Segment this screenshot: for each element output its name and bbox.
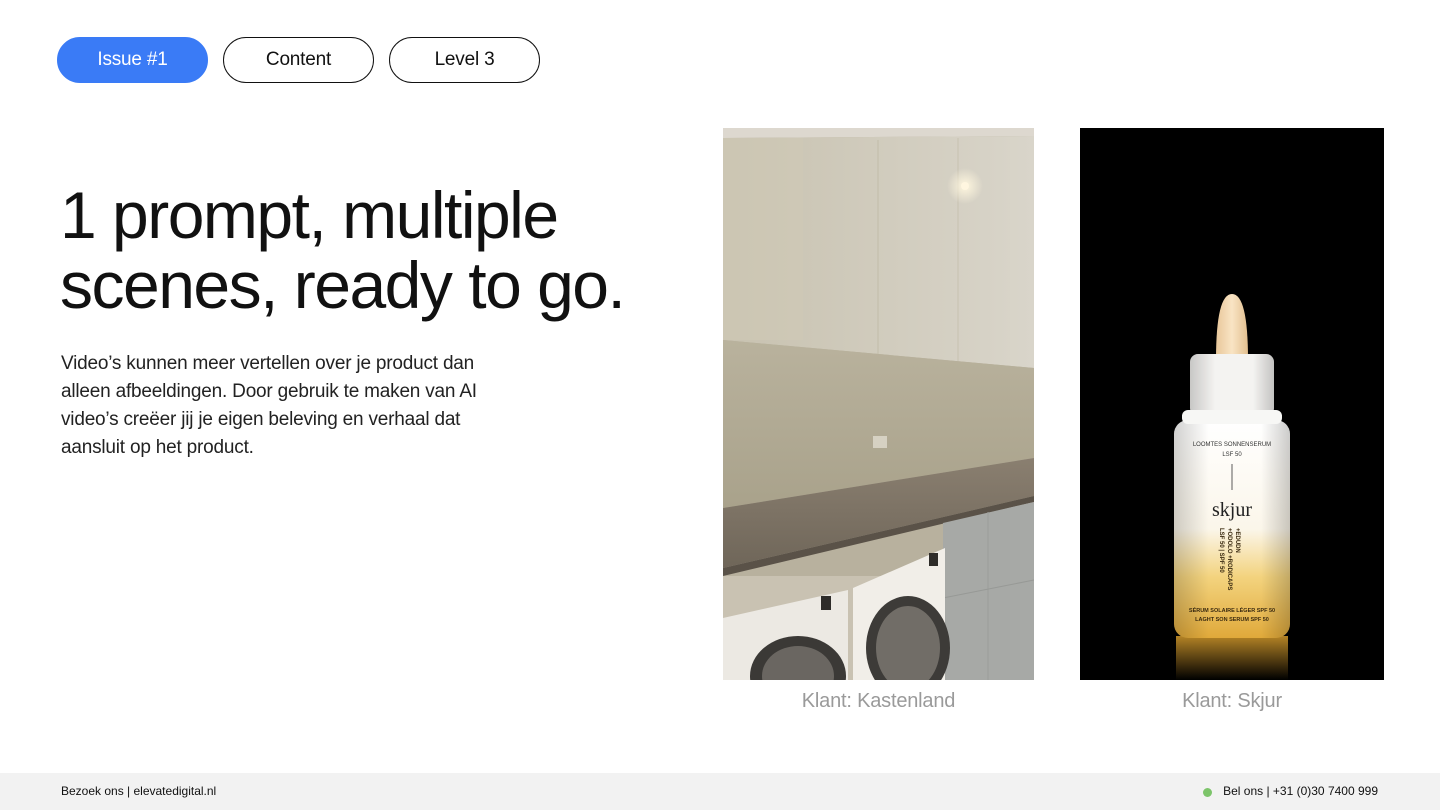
intro-paragraph: Video’s kunnen meer vertellen over je pr… xyxy=(61,353,477,458)
label-side-3: +EDUDN xyxy=(1234,528,1240,553)
label-bottom-line-2: LAGHT SON SERUM SPF 50 xyxy=(1195,617,1269,623)
title-line-2: scenes, ready to go. xyxy=(60,248,626,322)
label-bottom-line-1: SÉRUM SOLAIRE LÉGER SPF 50 xyxy=(1189,606,1275,614)
tag-level[interactable]: Level 3 xyxy=(389,37,540,83)
footer-visit-link[interactable]: Bezoek ons | elevatedigital.nl xyxy=(61,784,216,798)
label-side-2: +ODOLO +RODICAPS xyxy=(1226,528,1232,590)
tag-issue[interactable]: Issue #1 xyxy=(57,37,208,83)
caption-skjur: Klant: Skjur xyxy=(1182,690,1282,712)
page-title: 1 prompt, multiple scenes, ready to go. xyxy=(60,178,626,322)
footer-bar: Bezoek ons | elevatedigital.nl Bel ons |… xyxy=(0,773,1440,810)
status-dot-icon xyxy=(1203,787,1213,797)
footer-call[interactable]: Bel ons | +31 (0)30 7400 999 xyxy=(1203,784,1378,798)
laundry-room-image xyxy=(723,128,1034,680)
label-top-line-1: LOOMTES SONNENSERUM xyxy=(1193,442,1271,448)
title-line-1: 1 prompt, multiple xyxy=(60,178,559,252)
label-side-1: LSF 50 | SPF 50 xyxy=(1218,528,1224,573)
label-brand: skjur xyxy=(1212,499,1252,521)
label-top-line-2: LSF 50 xyxy=(1222,452,1242,458)
skjur-serum-image: LOOMTES SONNENSERUM LSF 50 skjur LSF 50 … xyxy=(1080,128,1384,680)
tag-content[interactable]: Content xyxy=(223,37,374,83)
caption-kastenland: Klant: Kastenland xyxy=(801,690,956,712)
footer-call-text: Bel ons | +31 (0)30 7400 999 xyxy=(1223,784,1378,798)
